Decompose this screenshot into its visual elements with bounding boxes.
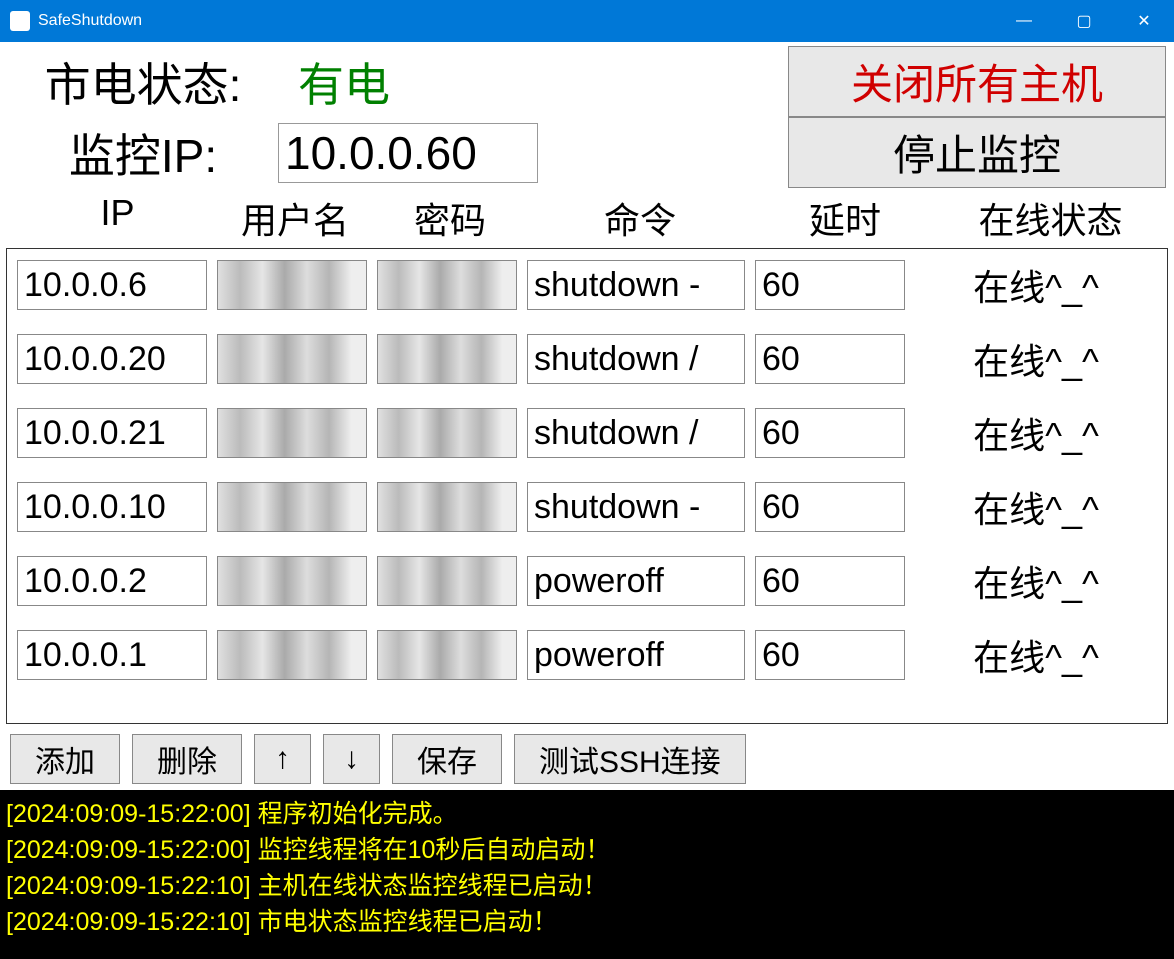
titlebar: SafeShutdown — ▢ ✕ [0,0,1174,42]
pass-input[interactable] [377,408,517,458]
test-ssh-button[interactable]: 测试SSH连接 [514,734,746,784]
col-header-ip: IP [20,192,215,244]
status-label: 在线^_^ [915,333,1157,385]
host-row: 在线^_^ [17,259,1157,311]
monitor-ip-input[interactable] [278,123,538,183]
app-title: SafeShutdown [38,12,994,30]
pass-input[interactable] [377,334,517,384]
app-icon [10,11,30,31]
host-row: 在线^_^ [17,555,1157,607]
col-header-delay: 延时 [755,192,935,244]
monitor-ip-label: 监控IP: [8,120,278,186]
ip-input[interactable] [17,630,207,680]
ip-input[interactable] [17,260,207,310]
status-label: 在线^_^ [915,481,1157,533]
col-header-status: 在线状态 [935,192,1166,244]
delay-input[interactable] [755,556,905,606]
hosts-table: 在线^_^ 在线^_^ 在线^_^ 在线^_^ 在线^_^ 在线^_^ [6,248,1168,724]
host-row: 在线^_^ [17,407,1157,459]
delay-input[interactable] [755,482,905,532]
move-down-button[interactable]: ↓ [323,734,380,784]
log-panel: [2024:09:09-15:22:00] 程序初始化完成。 [2024:09:… [0,790,1174,959]
delay-input[interactable] [755,630,905,680]
col-header-pass: 密码 [375,192,525,244]
host-row: 在线^_^ [17,629,1157,681]
save-button[interactable]: 保存 [392,734,502,784]
status-label: 在线^_^ [915,629,1157,681]
user-input[interactable] [217,408,367,458]
user-input[interactable] [217,482,367,532]
col-header-cmd: 命令 [525,192,755,244]
power-status-label: 市电状态: [8,49,278,115]
host-row: 在线^_^ [17,481,1157,533]
delay-input[interactable] [755,260,905,310]
col-header-user: 用户名 [215,192,375,244]
minimize-button[interactable]: — [994,0,1054,42]
pass-input[interactable] [377,260,517,310]
action-bar: 添加 删除 ↑ ↓ 保存 测试SSH连接 [0,724,1174,790]
status-label: 在线^_^ [915,555,1157,607]
maximize-button[interactable]: ▢ [1054,0,1114,42]
cmd-input[interactable] [527,630,745,680]
ip-input[interactable] [17,482,207,532]
column-headers: IP 用户名 密码 命令 延时 在线状态 [0,188,1174,248]
user-input[interactable] [217,334,367,384]
ip-input[interactable] [17,334,207,384]
stop-monitor-button[interactable]: 停止监控 [788,117,1166,188]
ip-input[interactable] [17,556,207,606]
move-up-button[interactable]: ↑ [254,734,311,784]
shutdown-all-button[interactable]: 关闭所有主机 [788,46,1166,117]
user-input[interactable] [217,260,367,310]
status-label: 在线^_^ [915,407,1157,459]
user-input[interactable] [217,630,367,680]
delay-input[interactable] [755,408,905,458]
add-button[interactable]: 添加 [10,734,120,784]
cmd-input[interactable] [527,260,745,310]
user-input[interactable] [217,556,367,606]
pass-input[interactable] [377,630,517,680]
pass-input[interactable] [377,482,517,532]
pass-input[interactable] [377,556,517,606]
delay-input[interactable] [755,334,905,384]
cmd-input[interactable] [527,408,745,458]
power-status-value: 有电 [278,49,508,115]
cmd-input[interactable] [527,334,745,384]
cmd-input[interactable] [527,556,745,606]
delete-button[interactable]: 删除 [132,734,242,784]
host-row: 在线^_^ [17,333,1157,385]
status-label: 在线^_^ [915,259,1157,311]
cmd-input[interactable] [527,482,745,532]
ip-input[interactable] [17,408,207,458]
close-button[interactable]: ✕ [1114,0,1174,42]
